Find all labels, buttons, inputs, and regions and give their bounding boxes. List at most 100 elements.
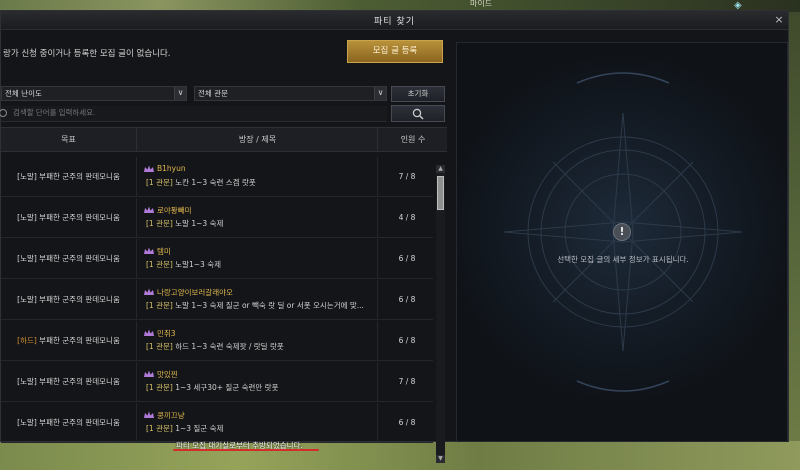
stage-tag: [1 관문] (146, 301, 173, 310)
stage-tag: [1 관문] (146, 383, 173, 392)
difficulty-tag: [하드] (17, 336, 37, 345)
search-button[interactable] (391, 105, 445, 122)
member-count: 7 / 8 (398, 377, 416, 386)
host-cell: 나랑고양이보러갈래야오 [1 관문] 노말 1~3 숙제 질군 or 빽숙 랏 … (138, 280, 378, 320)
column-header-goal[interactable]: 목표 (1, 128, 137, 151)
goal-cell: [노말] 부패한 군주의 판데모니움 (1, 362, 137, 402)
table-row[interactable]: [노말] 부패한 군주의 판데모니움 콩끼끄냥 [1 관문] 1~3 질군 숙제… (1, 403, 433, 443)
column-header-count[interactable]: 인원 수 (379, 128, 447, 151)
game-background-right (789, 12, 800, 442)
stage-select[interactable]: 전체 관문 ∨ (194, 86, 387, 101)
host-name: 템미 (157, 247, 171, 256)
host-cell: 템미 [1 관문] 노말1~3 숙제 (138, 239, 378, 279)
crown-icon (144, 165, 154, 172)
party-title: [1 관문] 하드 1~3 숙련 숙제팟 / 랏딜 랏풋 (146, 341, 284, 352)
chevron-down-icon: ∨ (374, 87, 386, 100)
register-recruit-button[interactable]: 모집 글 등록 (347, 40, 443, 63)
party-title-text: 노말 1~3 숙제 질군 or 빽숙 랏 딜 or 서폿 오시는거에 맞... (172, 301, 364, 310)
table-row[interactable]: [노말] 부패한 군주의 판데모니움 B1hyun [1 관문] 노칸 1~3 … (1, 157, 433, 197)
party-title-text: 노말1~3 숙제 (172, 260, 222, 269)
party-title: [1 관문] 노말1~3 숙제 (146, 259, 221, 270)
stage-tag: [1 관문] (146, 260, 173, 269)
party-title-text: 하드 1~3 숙련 숙제팟 / 랏딜 랏풋 (172, 342, 284, 351)
goal-text: 부패한 군주의 판데모니움 (36, 295, 120, 304)
column-header-host[interactable]: 방장 / 제목 (138, 128, 378, 151)
stage-tag: [1 관문] (146, 342, 173, 351)
party-title: [1 관문] 노말 1~3 숙제 (146, 218, 223, 229)
window-title: 파티 찾기 (374, 17, 415, 27)
table-row[interactable]: [노말] 부패한 군주의 판데모니움 로야퐝빼미 [1 관문] 노말 1~3 숙… (1, 198, 433, 238)
member-count: 6 / 8 (398, 295, 416, 304)
difficulty-tag: [노말] (17, 418, 37, 427)
goal-cell: [노말] 부패한 군주의 판데모니움 (1, 280, 137, 320)
host-cell: 로야퐝빼미 [1 관문] 노말 1~3 숙제 (138, 198, 378, 238)
goal-cell: [노말] 부패한 군주의 판데모니움 (1, 403, 137, 443)
difficulty-tag: [노말] (17, 377, 37, 386)
toast-underline-mark (173, 449, 319, 451)
crown-icon (144, 370, 154, 377)
member-count: 6 / 8 (398, 418, 416, 427)
table-row[interactable]: [노말] 부패한 군주의 판데모니움 나랑고양이보러갈래야오 [1 관문] 노말… (1, 280, 433, 320)
scroll-up-icon[interactable]: ▲ (436, 165, 445, 173)
search-input[interactable] (13, 108, 373, 117)
party-title: [1 관문] 1~3 세구30+ 질군 숙련만 랏풋 (146, 382, 279, 393)
crown-icon (144, 288, 154, 295)
member-count: 6 / 8 (398, 336, 416, 345)
table-row[interactable]: [하드] 부패한 군주의 판데모니움 민취3 [1 관문] 하드 1~3 숙련 … (1, 321, 433, 361)
table-row[interactable]: [노말] 부패한 군주의 판데모니움 맛있찐 [1 관문] 1~3 세구30+ … (1, 362, 433, 402)
detail-panel: ! 선택한 모집 글의 세부 정보가 표시됩니다. (456, 42, 788, 442)
goal-text: 부패한 군주의 판데모니움 (36, 172, 120, 181)
host-cell: 맛있찐 [1 관문] 1~3 세구30+ 질군 숙련만 랏풋 (138, 362, 378, 402)
goal-text: 부패한 군주의 판데모니움 (36, 377, 120, 386)
host-name: B1hyun (157, 164, 186, 173)
party-title: [1 관문] 노칸 1~3 숙련 스겜 랏풋 (146, 177, 256, 188)
stage-select-value: 전체 관문 (198, 89, 228, 98)
scroll-thumb[interactable] (437, 176, 444, 210)
search-status-icon (0, 109, 7, 117)
info-alert-icon: ! (613, 223, 631, 241)
goal-text: 부패한 군주의 판데모니움 (36, 336, 120, 345)
table-row[interactable]: [노말] 부패한 군주의 판데모니움 템미 [1 관문] 노말1~3 숙제 6 … (1, 239, 433, 279)
notice-text: 랑가 신청 중이거나 등록한 모집 글이 없습니다. (3, 49, 171, 59)
stage-tag: [1 관문] (146, 219, 173, 228)
crown-icon (144, 206, 154, 213)
party-list-panel: 랑가 신청 중이거나 등록한 모집 글이 없습니다. 모집 글 등록 전체 난이… (0, 31, 449, 463)
crown-icon (144, 411, 154, 418)
goal-cell: [노말] 부패한 군주의 판데모니움 (1, 157, 137, 197)
goal-text: 부패한 군주의 판데모니움 (36, 213, 120, 222)
party-title-text: 1~3 세구30+ 질군 숙련만 랏풋 (172, 383, 279, 392)
crown-icon (144, 329, 154, 336)
member-count: 4 / 8 (398, 213, 416, 222)
crown-icon (144, 247, 154, 254)
difficulty-tag: [노말] (17, 295, 37, 304)
difficulty-tag: [노말] (17, 254, 37, 263)
reset-button[interactable]: 초기화 (391, 86, 445, 102)
chevron-down-icon: ∨ (174, 87, 186, 100)
party-finder-window: 파티 찾기 × 랑가 신청 중이거나 등록한 모집 글이 없습니다. 모집 글 … (0, 10, 789, 463)
host-name: 콩끼끄냥 (157, 411, 185, 420)
host-name: 로야퐝빼미 (157, 206, 192, 215)
table-header: 목표 방장 / 제목 인원 수 (1, 127, 447, 152)
party-title-text: 노칸 1~3 숙련 스겜 랏풋 (172, 178, 256, 187)
compass-emblem-icon (503, 72, 743, 392)
goal-cell: [하드] 부패한 군주의 판데모니움 (1, 321, 137, 361)
search-icon (412, 108, 424, 120)
difficulty-select[interactable]: 전체 난이도 ∨ (1, 86, 187, 101)
host-name: 맛있찐 (157, 370, 178, 379)
background-hint-text: 마이드 (470, 0, 493, 8)
window-titlebar[interactable]: 파티 찾기 × (1, 11, 788, 30)
member-count: 6 / 8 (398, 254, 416, 263)
party-title-text: 노말 1~3 숙제 (172, 219, 224, 228)
difficulty-select-value: 전체 난이도 (5, 89, 42, 98)
stage-tag: [1 관문] (146, 424, 173, 433)
goal-cell: [노말] 부패한 군주의 판데모니움 (1, 198, 137, 238)
scroll-down-icon[interactable]: ▼ (436, 455, 445, 463)
goal-text: 부패한 군주의 판데모니움 (36, 418, 120, 427)
close-icon[interactable]: × (773, 13, 785, 27)
search-bar (0, 106, 387, 122)
member-count: 7 / 8 (398, 172, 416, 181)
party-list: [노말] 부패한 군주의 판데모니움 B1hyun [1 관문] 노칸 1~3 … (1, 155, 447, 455)
difficulty-tag: [노말] (17, 213, 37, 222)
list-scrollbar[interactable]: ▲ ▼ (436, 165, 445, 463)
goal-text: 부패한 군주의 판데모니움 (36, 254, 120, 263)
